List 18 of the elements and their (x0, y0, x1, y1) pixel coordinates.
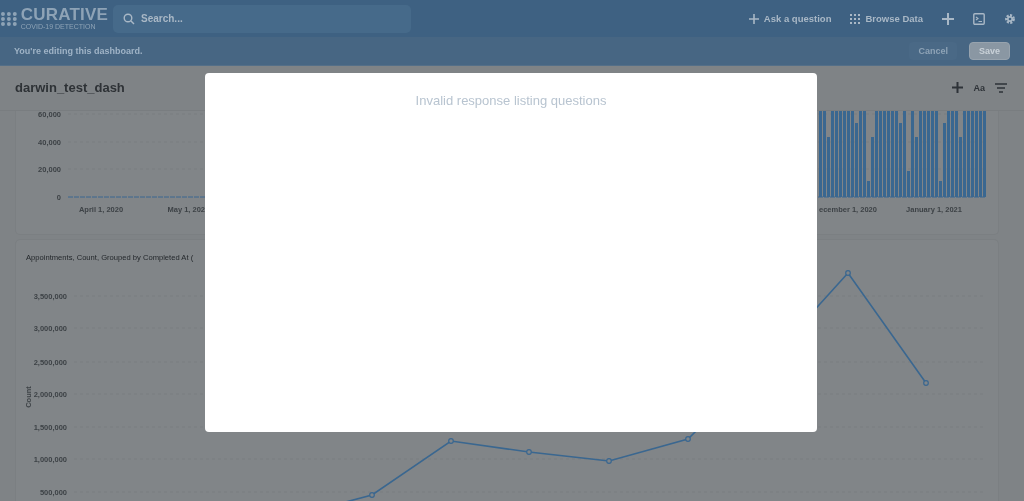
plus-icon[interactable] (942, 12, 954, 25)
nav-action-link[interactable]: Ask a question (748, 13, 832, 24)
terminal-icon[interactable] (973, 12, 985, 25)
logo-wordmark: CURATIVE (20, 6, 108, 23)
save-button[interactable]: Save (968, 42, 1010, 60)
error-message: Invalid response listing questions (415, 93, 607, 108)
logo-dots-icon (0, 10, 18, 27)
edit-mode-message: You're editing this dashboard. (14, 46, 143, 56)
search-field[interactable]: Search... (113, 4, 411, 33)
add-text-button[interactable]: Aa (973, 82, 985, 93)
settings-icon[interactable] (1004, 12, 1016, 25)
grid-icon (850, 13, 861, 24)
nav-action-link[interactable]: Browse Data (850, 13, 923, 24)
plus-icon (748, 13, 759, 24)
filter-icon[interactable] (995, 82, 1007, 93)
dashboard-title: darwin_test_dash (15, 80, 125, 95)
add-icon[interactable] (952, 82, 964, 93)
search-icon (123, 12, 135, 25)
